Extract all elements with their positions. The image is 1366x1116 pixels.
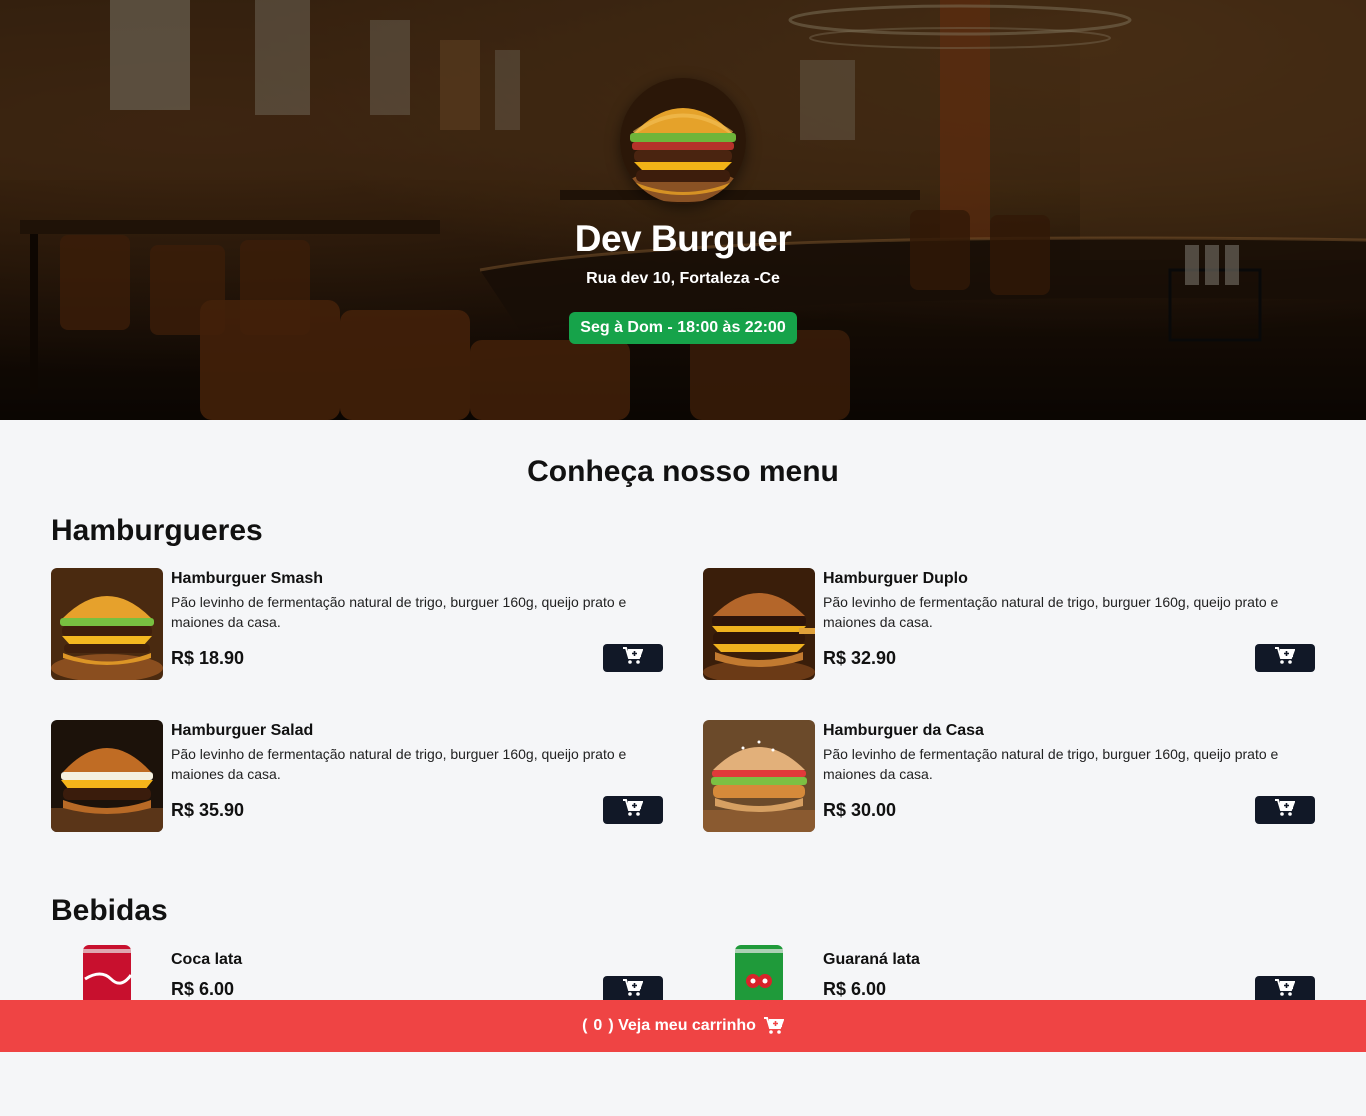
add-to-cart-button[interactable] <box>1255 796 1315 824</box>
product-description: Pão levinho de fermentação natural de tr… <box>171 594 627 630</box>
product-description: Pão levinho de fermentação natural de tr… <box>171 746 627 782</box>
product-name: Hamburguer Duplo <box>823 570 968 587</box>
product-image <box>703 568 815 680</box>
product-price: R$ 30.00 <box>823 800 897 820</box>
product-name: Hamburguer da Casa <box>823 722 984 739</box>
product-description: Pão levinho de fermentação natural de tr… <box>823 594 1279 630</box>
view-cart-button[interactable]: ( 0 ) Veja meu carrinho <box>0 1000 1366 1052</box>
cart-plus-icon <box>623 798 644 822</box>
restaurant-address: Rua dev 10, Fortaleza -Ce <box>586 270 780 287</box>
cart-plus-icon <box>623 646 644 670</box>
cart-item-count: 0 <box>593 1017 603 1034</box>
product-card: Coca lata R$ 6.00 <box>51 945 663 1004</box>
menu-heading: Conheça nosso menu <box>527 455 839 488</box>
header-dark-overlay <box>0 0 1366 420</box>
product-image <box>703 720 815 832</box>
cart-plus-icon <box>1275 978 1296 1002</box>
product-image <box>51 945 163 1000</box>
view-cart-label: ) Veja meu carrinho <box>608 1017 756 1034</box>
product-card: Hamburguer Smash Pão levinho de fermenta… <box>51 568 663 680</box>
product-name: Guaraná lata <box>823 951 920 968</box>
product-price: R$ 6.00 <box>171 979 235 999</box>
cart-plus-icon <box>1275 798 1296 822</box>
product-name: Coca lata <box>171 951 243 968</box>
product-price: R$ 35.90 <box>171 800 245 820</box>
product-card: Guaraná lata R$ 6.00 <box>703 945 1315 1004</box>
product-price: R$ 18.90 <box>171 648 245 668</box>
opening-hours-badge: Seg à Dom - 18:00 às 22:00 <box>569 312 797 344</box>
cart-plus-icon <box>1275 646 1296 670</box>
cart-open-paren: ( <box>582 1017 588 1034</box>
cart-plus-icon <box>623 978 644 1002</box>
add-to-cart-button[interactable] <box>603 644 663 672</box>
section-title-hamburgueres: Hamburgueres <box>51 514 263 547</box>
header-banner: Dev Burguer Rua dev 10, Fortaleza -Ce Se… <box>0 0 1366 420</box>
product-card: Hamburguer Salad Pão levinho de fermenta… <box>51 720 663 832</box>
product-name: Hamburguer Salad <box>171 722 314 739</box>
product-price: R$ 32.90 <box>823 648 897 668</box>
add-to-cart-button[interactable] <box>1255 644 1315 672</box>
add-to-cart-button[interactable] <box>603 796 663 824</box>
product-image <box>51 720 163 832</box>
restaurant-name: Dev Burguer <box>574 218 792 259</box>
product-name: Hamburguer Smash <box>171 570 324 587</box>
product-description: Pão levinho de fermentação natural de tr… <box>823 746 1279 782</box>
product-card: Hamburguer Duplo Pão levinho de fermenta… <box>703 568 1315 680</box>
product-image <box>703 945 815 1000</box>
cart-icon <box>763 1017 784 1035</box>
product-image <box>51 568 163 680</box>
burger-logo-image <box>620 78 746 204</box>
product-card: Hamburguer da Casa Pão levinho de fermen… <box>703 720 1315 832</box>
section-title-bebidas: Bebidas <box>51 894 168 927</box>
product-price: R$ 6.00 <box>823 979 887 999</box>
